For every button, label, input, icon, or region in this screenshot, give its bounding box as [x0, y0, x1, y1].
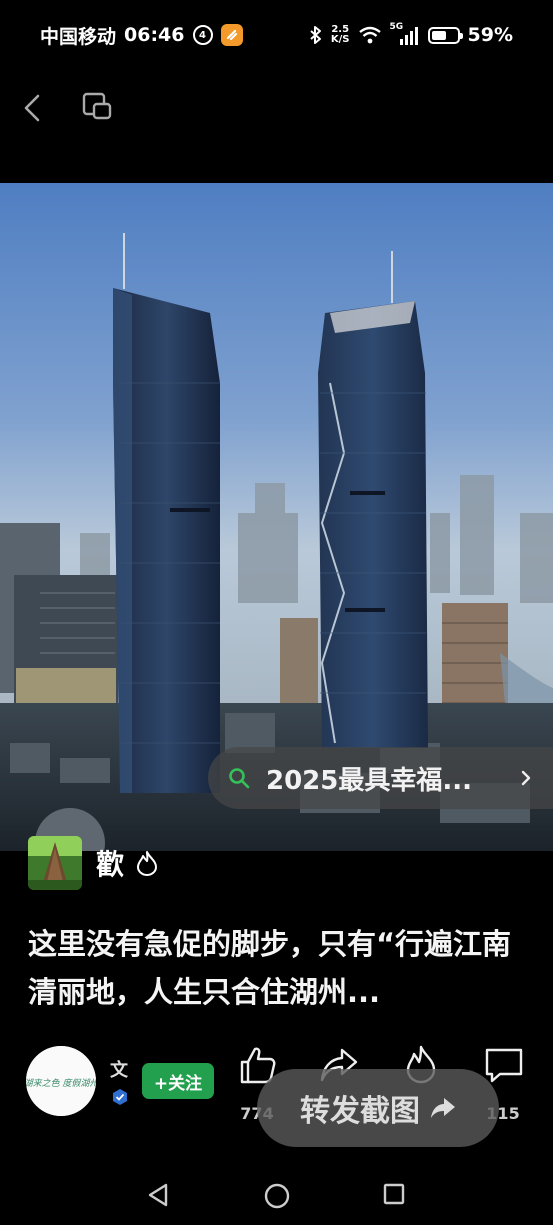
triangle-back-icon — [148, 1183, 168, 1207]
status-left: 中国移动 06:46 4 — [40, 22, 243, 49]
net-speed: 2.5 K/S — [331, 25, 350, 45]
chevron-right-icon — [521, 770, 531, 786]
cellular-signal: 5G — [390, 22, 420, 45]
signal-icon — [399, 27, 418, 45]
author-avatar[interactable] — [28, 836, 82, 890]
back-button[interactable] — [18, 88, 48, 128]
forward-screenshot-label: 转发截图 — [300, 1094, 420, 1129]
system-nav-bar — [0, 1165, 553, 1225]
forest-avatar-image — [28, 836, 82, 890]
account-logo-image: 湖来之色 度假湖州 — [26, 1046, 96, 1116]
badge-text: 4 — [199, 29, 206, 41]
fire-icon — [137, 851, 158, 876]
nav-home-button[interactable] — [263, 1182, 291, 1214]
floating-window-button[interactable] — [80, 90, 116, 126]
wifi-icon — [358, 26, 381, 44]
author-row[interactable]: 歡 — [28, 836, 158, 890]
forward-arrow-icon — [431, 1098, 455, 1118]
nav-recents-button[interactable] — [382, 1182, 406, 1210]
account-name[interactable]: 文 — [110, 1056, 128, 1082]
notification-badge-icon: 4 — [192, 25, 213, 45]
floating-window-icon — [82, 92, 112, 120]
chevron-left-icon — [24, 94, 40, 122]
circle-home-icon — [264, 1183, 290, 1209]
verified-badge-icon — [113, 1089, 127, 1105]
search-suggestion-text: 2025最具幸福... — [266, 765, 472, 796]
account-avatar[interactable]: 湖来之色 度假湖州 — [26, 1046, 96, 1116]
clock: 06:46 — [124, 24, 185, 46]
battery-percent: 59% — [467, 24, 513, 46]
comment-icon — [485, 1048, 523, 1083]
status-bar: 中国移动 06:46 4 2.5 K/S 5G 59% — [0, 0, 553, 70]
search-icon — [229, 768, 250, 789]
top-nav — [0, 80, 553, 135]
search-suggestion-pill[interactable]: 2025最具幸福... — [208, 747, 553, 809]
follow-button[interactable]: +关注 — [142, 1063, 214, 1099]
author-name[interactable]: 歡 — [96, 843, 124, 883]
forward-screenshot-button[interactable]: 转发截图 — [257, 1069, 499, 1147]
carrier-label: 中国移动 — [40, 25, 117, 48]
app-notification-icon — [220, 24, 243, 46]
account-logo-text: 湖来之色 度假湖州 — [26, 1078, 96, 1089]
post-caption[interactable]: 这里没有急促的脚步，只有“行遍江南清丽地，人生只合住湖州... — [28, 920, 533, 1016]
bluetooth-icon — [310, 26, 321, 44]
square-recents-icon — [383, 1183, 405, 1205]
nav-back-button[interactable] — [146, 1182, 170, 1212]
battery-level — [431, 30, 446, 40]
status-right: 2.5 K/S 5G 59% — [309, 22, 513, 46]
net-speed-unit: K/S — [330, 34, 350, 45]
battery-icon — [427, 26, 463, 44]
